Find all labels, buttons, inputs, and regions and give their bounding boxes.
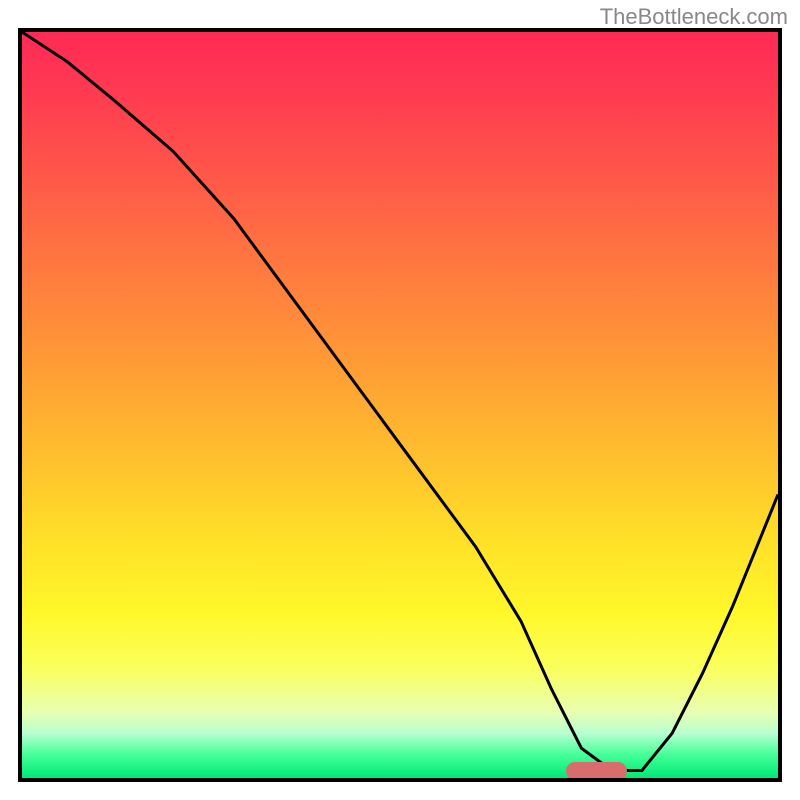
optimal-marker (566, 762, 626, 780)
bottleneck-curve (22, 32, 778, 778)
plot-area (18, 28, 782, 782)
watermark-text: TheBottleneck.com (600, 4, 788, 30)
curve-path (22, 32, 778, 771)
chart-container: TheBottleneck.com (0, 0, 800, 800)
